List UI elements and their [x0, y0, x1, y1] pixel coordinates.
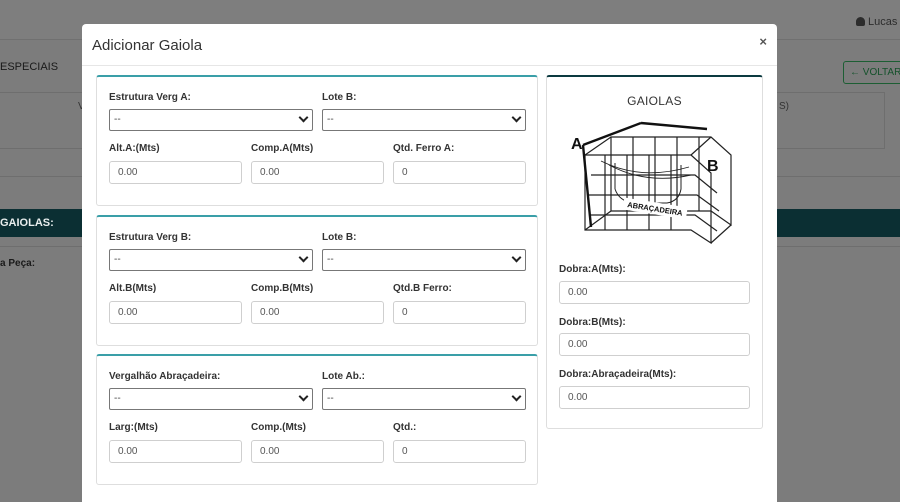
background-gaiolas-title: GAIOLAS:: [0, 217, 54, 229]
back-button[interactable]: ← VOLTAR A: [843, 61, 900, 84]
lote-b-select-value: --: [327, 254, 334, 265]
background-card-text-right: S): [779, 101, 789, 112]
dobra-b-input[interactable]: 0.00: [559, 333, 750, 356]
modal-title: Adicionar Gaiola: [92, 37, 203, 54]
lote-ab-select[interactable]: --: [322, 388, 526, 410]
user-icon: [856, 17, 865, 26]
chevron-down-icon: [298, 112, 309, 123]
lote-ab-label: Lote Ab.:: [322, 371, 365, 382]
comp-a-label: Comp.A(Mts): [251, 143, 314, 154]
user-name: Lucas C.: [868, 16, 900, 28]
estrutura-a-select[interactable]: --: [109, 109, 313, 131]
background-peca-label: a Peça:: [0, 258, 36, 269]
lote-a-select[interactable]: --: [322, 109, 526, 131]
estrutura-b-label: Estrutura Verg B:: [109, 232, 192, 243]
dobra-a-input[interactable]: 0.00: [559, 281, 750, 304]
qtd-ab-label: Qtd.:: [393, 422, 417, 433]
qtd-ferro-b-label: Qtd.B Ferro:: [393, 283, 452, 294]
comp-ab-input[interactable]: 0.00: [251, 440, 384, 463]
close-icon[interactable]: ×: [759, 34, 767, 49]
dobra-abracadeira-input[interactable]: 0.00: [559, 386, 750, 409]
diagram-label-a: A: [571, 136, 583, 153]
qtd-ferro-a-label: Qtd. Ferro A:: [393, 143, 455, 154]
gaiolas-title: GAIOLAS: [627, 94, 682, 108]
larg-label: Larg:(Mts): [109, 422, 158, 433]
add-gaiola-modal: Adicionar Gaiola × Estrutura Verg A: -- …: [82, 24, 777, 502]
lote-ab-select-value: --: [327, 393, 334, 404]
section-estrutura-a: Estrutura Verg A: -- Lote B: -- Alt.A:(M…: [96, 75, 538, 206]
chevron-down-icon: [511, 391, 522, 402]
background-page-title: ESPECIAIS: [0, 61, 59, 73]
chevron-down-icon: [298, 252, 309, 263]
lote-a-label: Lote B:: [322, 92, 357, 103]
vergalhao-abracadeira-select[interactable]: --: [109, 388, 313, 410]
comp-b-input[interactable]: 0.00: [251, 301, 384, 324]
vergalhao-abracadeira-select-value: --: [114, 393, 121, 404]
alt-a-label: Alt.A:(Mts): [109, 143, 160, 154]
estrutura-b-select[interactable]: --: [109, 249, 313, 271]
estrutura-a-select-value: --: [114, 114, 121, 125]
larg-input[interactable]: 0.00: [109, 440, 242, 463]
qtd-ab-input[interactable]: 0: [393, 440, 526, 463]
qtd-ferro-a-input[interactable]: 0: [393, 161, 526, 184]
section-abracadeira: Vergalhão Abraçadeira: -- Lote Ab.: -- L…: [96, 354, 538, 485]
estrutura-b-select-value: --: [114, 254, 121, 265]
chevron-down-icon: [511, 112, 522, 123]
user-menu[interactable]: Lucas C.: [856, 16, 900, 28]
gaiolas-diagram-card: GAIOLAS A B ABRAÇADEIRA Dobra:A(Mts): 0.…: [546, 75, 763, 429]
chevron-down-icon: [511, 252, 522, 263]
comp-a-input[interactable]: 0.00: [251, 161, 384, 184]
vergalhao-abracadeira-label: Vergalhão Abraçadeira:: [109, 371, 221, 382]
comp-ab-label: Comp.(Mts): [251, 422, 306, 433]
lote-a-select-value: --: [327, 114, 334, 125]
alt-a-input[interactable]: 0.00: [109, 161, 242, 184]
lote-b-label: Lote B:: [322, 232, 357, 243]
chevron-down-icon: [298, 391, 309, 402]
dobra-a-label: Dobra:A(Mts):: [559, 264, 626, 275]
qtd-ferro-b-input[interactable]: 0: [393, 301, 526, 324]
cage-diagram-image: A B ABRAÇADEIRA: [571, 121, 732, 245]
comp-b-label: Comp.B(Mts): [251, 283, 314, 294]
diagram-label-b: B: [707, 158, 719, 175]
modal-header: Adicionar Gaiola ×: [82, 24, 777, 66]
dobra-b-label: Dobra:B(Mts):: [559, 317, 626, 328]
dobra-abracadeira-label: Dobra:Abraçadeira(Mts):: [559, 369, 677, 380]
back-button-label: VOLTAR A: [862, 67, 900, 78]
alt-b-input[interactable]: 0.00: [109, 301, 242, 324]
lote-b-select[interactable]: --: [322, 249, 526, 271]
section-estrutura-b: Estrutura Verg B: -- Lote B: -- Alt.B(Mt…: [96, 215, 538, 346]
alt-b-label: Alt.B(Mts): [109, 283, 157, 294]
estrutura-a-label: Estrutura Verg A:: [109, 92, 191, 103]
